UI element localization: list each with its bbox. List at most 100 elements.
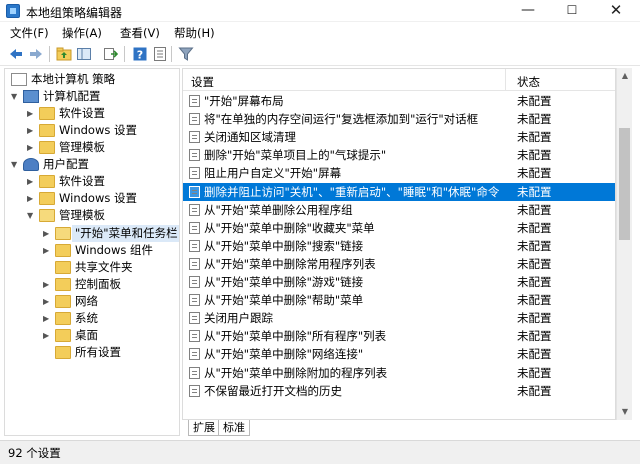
table-row[interactable]: 从"开始"菜单中删除"收藏夹"菜单 未配置 [183,219,615,237]
menu-view[interactable]: 查看(V) [120,25,160,41]
column-header-state[interactable]: 状态 [517,74,540,90]
tree-node-label: 管理模板 [59,140,105,154]
policy-setting-icon [189,330,200,343]
computer-icon [23,90,39,103]
tree-node-label: 控制面板 [75,277,121,291]
group-policy-editor-window: 本地组策略编辑器 — ☐ ✕ 文件(F) 操作(A) 查看(V) 帮助(H) ?… [0,0,640,464]
chevron-right-icon[interactable]: ▶ [43,276,53,293]
chevron-right-icon[interactable]: ▶ [27,190,37,207]
policy-setting-icon [189,366,200,379]
setting-state: 未配置 [517,365,552,380]
table-row[interactable]: 将"在单独的内存空间运行"复选框添加到"运行"对话框 未配置 [183,110,615,128]
policy-setting-icon [189,149,200,162]
table-row[interactable]: 从"开始"菜单中删除常用程序列表 未配置 [183,255,615,273]
back-arrow-icon[interactable] [8,46,24,62]
chevron-right-icon[interactable]: ▶ [43,225,53,242]
vertical-scrollbar[interactable]: ▲ ▼ [616,68,632,420]
close-button[interactable]: ✕ [594,0,638,22]
chevron-right-icon[interactable]: ▶ [43,242,53,259]
table-row[interactable]: 阻止用户自定义"开始"屏幕 未配置 [183,164,615,182]
tree-node-label: 软件设置 [59,106,105,120]
table-row[interactable]: 从"开始"菜单中删除"网络连接" 未配置 [183,345,615,363]
chevron-right-icon[interactable]: ▶ [27,173,37,190]
minimize-button[interactable]: — [506,0,550,22]
folder-icon [39,107,55,120]
policy-setting-icon [189,294,200,307]
setting-state: 未配置 [517,238,552,253]
tree-node-label: 系统 [75,311,98,325]
chevron-right-icon[interactable]: ▶ [43,310,53,327]
setting-name: 从"开始"菜单中删除"所有程序"列表 [204,329,387,344]
chevron-down-icon[interactable]: ▼ [11,156,21,173]
table-row[interactable]: 从"开始"菜单中删除"游戏"链接 未配置 [183,273,615,291]
chevron-right-icon[interactable]: ▶ [43,327,53,344]
menu-help[interactable]: 帮助(H) [174,25,215,41]
folder-icon [39,141,55,154]
table-row[interactable]: 从"开始"菜单中删除"帮助"菜单 未配置 [183,291,615,309]
svg-text:?: ? [137,49,143,62]
table-row[interactable]: 从"开始"菜单中删除"搜索"链接 未配置 [183,237,615,255]
setting-state: 未配置 [517,220,552,235]
setting-state: 未配置 [517,166,552,181]
table-row[interactable]: 不保留最近打开文档的历史 未配置 [183,382,615,400]
setting-state: 未配置 [517,184,552,199]
table-row[interactable]: 删除并阻止访问"关机"、"重新启动"、"睡眠"和"休眠"命令 未配置 [183,182,615,201]
chevron-right-icon[interactable]: ▶ [27,122,37,139]
setting-state: 未配置 [517,112,552,127]
table-row[interactable]: 从"开始"菜单中删除"所有程序"列表 未配置 [183,327,615,345]
settings-list[interactable]: 设置 状态 "开始"屏幕布局 未配置 将"在单独的内存空间运行"复选框添加到"运行"… [182,68,616,420]
tree-node-label: 所有设置 [75,345,121,359]
chevron-right-icon[interactable]: ▶ [27,105,37,122]
forward-arrow-icon[interactable] [28,46,44,62]
table-row[interactable]: 从"开始"菜单删除公用程序组 未配置 [183,201,615,219]
folder-icon [55,312,71,325]
scroll-up-arrow-icon[interactable]: ▲ [617,68,633,84]
chevron-right-icon[interactable]: ▶ [27,139,37,156]
setting-state: 未配置 [517,94,552,108]
table-row[interactable]: 关闭用户跟踪 未配置 [183,309,615,327]
chevron-right-icon[interactable]: ▶ [43,293,53,310]
chevron-down-icon[interactable]: ▼ [27,207,37,224]
export-list-icon[interactable] [102,46,118,62]
policy-tree[interactable]: 本地计算机 策略 ▼ 计算机配置 ▶ 软件设置 ▶ Windows 设置 ▶ 管… [4,68,180,436]
setting-state: 未配置 [517,256,552,271]
setting-name: 将"在单独的内存空间运行"复选框添加到"运行"对话框 [204,112,479,127]
scrollbar-thumb[interactable] [619,128,630,240]
maximize-button[interactable]: ☐ [550,0,594,22]
setting-name: 关闭用户跟踪 [204,311,273,326]
policy-setting-icon [189,312,200,325]
setting-state: 未配置 [517,347,552,362]
folder-icon [55,346,71,359]
column-header-setting[interactable]: 设置 [191,74,214,90]
folder-icon [55,329,71,342]
table-row[interactable]: 删除"开始"菜单项目上的"气球提示" 未配置 [183,146,615,164]
app-icon [6,4,20,18]
tree-node-label: Windows 组件 [75,243,153,257]
up-folder-icon[interactable] [56,46,72,62]
setting-state: 未配置 [517,275,552,289]
setting-name: 从"开始"菜单中删除附加的程序列表 [204,365,388,380]
show-hide-tree-icon[interactable] [76,46,92,62]
menu-file[interactable]: 文件(F) [10,25,49,41]
table-row[interactable]: 从"开始"菜单中删除附加的程序列表 未配置 [183,364,615,382]
setting-name: 删除并阻止访问"关机"、"重新启动"、"睡眠"和"休眠"命令 [204,184,500,199]
tree-node-label: 软件设置 [59,174,105,188]
setting-name: 从"开始"菜单中删除"搜索"链接 [204,238,364,253]
filter-icon[interactable] [178,46,194,62]
properties-icon[interactable] [152,46,168,62]
tab-standard[interactable]: 标准 [218,420,250,436]
column-divider[interactable] [505,69,506,91]
menu-action[interactable]: 操作(A) [62,25,102,41]
folder-icon [55,244,71,257]
chevron-down-icon[interactable]: ▼ [11,88,21,105]
scroll-down-arrow-icon[interactable]: ▼ [617,404,633,420]
tree-node-label: 计算机配置 [43,89,101,103]
tab-extended[interactable]: 扩展 [188,420,220,436]
tree-node-label: 桌面 [75,328,98,342]
table-row[interactable]: "开始"屏幕布局 未配置 [183,92,615,110]
setting-name: 删除"开始"菜单项目上的"气球提示" [204,148,387,163]
tree-node-label: 网络 [75,294,98,308]
setting-name: 从"开始"菜单中删除"帮助"菜单 [204,293,364,308]
help-icon[interactable]: ? [132,46,148,62]
table-row[interactable]: 关闭通知区域清理 未配置 [183,128,615,146]
